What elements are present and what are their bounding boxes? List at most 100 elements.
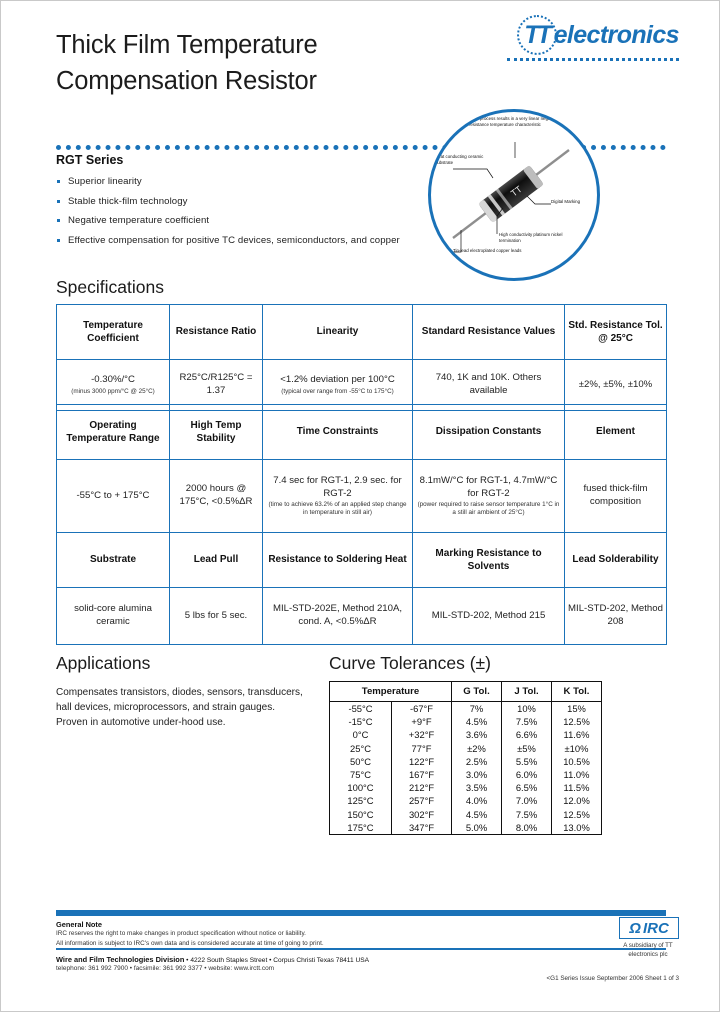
table-header-row: Operating Temperature Range High Temp St… bbox=[56, 404, 667, 460]
general-note-line-1: IRC reserves the right to make changes i… bbox=[56, 930, 306, 937]
table-cell: ±10% bbox=[551, 741, 602, 755]
footer-bar-bottom bbox=[56, 948, 666, 950]
table-cell: 7.0% bbox=[501, 794, 552, 808]
table-cell: 25°C bbox=[329, 741, 392, 755]
table-cell: 7.5% bbox=[501, 715, 552, 729]
cell-value: -0.30%/°C bbox=[91, 374, 135, 386]
table-cell: 12.5% bbox=[551, 807, 602, 821]
specifications-table-2: Operating Temperature Range High Temp St… bbox=[56, 404, 667, 533]
table-cell: -67°F bbox=[391, 701, 452, 716]
table-cell: -15°C bbox=[329, 715, 392, 729]
column-header: High Temp Stability bbox=[169, 404, 263, 460]
table-cell: fused thick-film composition bbox=[564, 459, 667, 533]
applications-text: Compensates transistors, diodes, sensors… bbox=[56, 687, 303, 728]
table-cell: 175°C bbox=[329, 820, 392, 835]
table-cell: 347°F bbox=[391, 820, 452, 835]
irc-logo: Ω IRC bbox=[619, 917, 679, 939]
column-header: Dissipation Constants bbox=[412, 404, 565, 460]
table-cell: 2.5% bbox=[451, 754, 502, 768]
table-cell: -55°C to + 175°C bbox=[56, 459, 170, 533]
table-cell: R25°C/R125°C = 1.37 bbox=[169, 359, 263, 411]
table-cell: 12.5% bbox=[551, 715, 602, 729]
cell-value: MIL-STD-202E, Method 210A, cond. A, <0.5… bbox=[272, 603, 403, 627]
table-cell: 5.5% bbox=[501, 754, 552, 768]
column-header: Substrate bbox=[56, 532, 170, 588]
table-cell: solid-core alumina ceramic bbox=[56, 587, 170, 645]
datasheet-page: Thick Film Temperature Compensation Resi… bbox=[0, 0, 720, 1012]
page-header: Thick Film Temperature Compensation Resi… bbox=[1, 1, 719, 111]
cell-value: -55°C to + 175°C bbox=[76, 489, 150, 501]
table-cell: 3.0% bbox=[451, 767, 502, 782]
table-row: 0°C +32°F 3.6% 6.6% 11.6% bbox=[329, 728, 602, 742]
table-row: 150°C 302°F 4.5% 7.5% 12.5% bbox=[329, 807, 602, 821]
table-header-row: Temperature G Tol. J Tol. K Tol. bbox=[329, 681, 602, 702]
table-cell: 3.6% bbox=[451, 728, 502, 742]
callout-nickel-termination: High conductivity platinum nickel termin… bbox=[499, 232, 563, 244]
irc-logo-text: IRC bbox=[642, 919, 669, 937]
table-cell: 6.0% bbox=[501, 767, 552, 782]
tt-brand-word: electronics bbox=[553, 20, 680, 49]
page-title: Thick Film Temperature Compensation Resi… bbox=[56, 27, 476, 99]
cell-subtext: (power required to raise sensor temperat… bbox=[417, 501, 560, 517]
table-cell: 8.0% bbox=[501, 820, 552, 835]
table-row: 100°C 212°F 3.5% 6.5% 11.5% bbox=[329, 781, 602, 795]
cell-value: 2000 hours @ 175°C, <0.5%ΔR bbox=[179, 483, 253, 507]
table-cell: 257°F bbox=[391, 794, 452, 808]
specifications-table-1: Temperature Coefficient Resistance Ratio… bbox=[56, 304, 667, 411]
cell-value: ±2%, ±5%, ±10% bbox=[578, 378, 653, 390]
division-label: Wire and Film Technologies Division bbox=[56, 955, 185, 964]
column-header: K Tol. bbox=[551, 681, 602, 702]
table-cell: 11.6% bbox=[551, 728, 602, 742]
cell-subtext: (time to achieve 63.2% of an applied ste… bbox=[268, 501, 407, 517]
table-cell: 8.1mW/°C for RGT-1, 4.7mW/°C for RGT-2 (p… bbox=[412, 459, 565, 533]
table-cell: ±5% bbox=[501, 741, 552, 755]
column-header: G Tol. bbox=[451, 681, 502, 702]
table-cell: 4.5% bbox=[451, 715, 502, 729]
table-cell: 10.5% bbox=[551, 754, 602, 768]
table-header-row: Substrate Lead Pull Resistance to Solder… bbox=[56, 532, 667, 588]
table-cell: 75°C bbox=[329, 767, 392, 782]
table-cell: 12.0% bbox=[551, 794, 602, 808]
column-header: J Tol. bbox=[501, 681, 552, 702]
table-cell: 740, 1K and 10K. Others available bbox=[412, 359, 565, 411]
table-cell: +32°F bbox=[391, 728, 452, 742]
table-cell: 212°F bbox=[391, 781, 452, 795]
table-cell: 100°C bbox=[329, 781, 392, 795]
callout-thick-film-process: Exclusive thick film process results in … bbox=[442, 116, 558, 128]
column-header: Temperature Coefficient bbox=[56, 304, 170, 360]
table-cell: 50°C bbox=[329, 754, 392, 768]
column-header: Standard Resistance Values bbox=[412, 304, 565, 360]
table-row: solid-core alumina ceramic 5 lbs for 5 s… bbox=[56, 587, 667, 645]
table-row: 50°C 122°F 2.5% 5.5% 10.5% bbox=[329, 754, 602, 768]
cell-value: 8.1mW/°C for RGT-1, 4.7mW/°C for RGT-2 bbox=[419, 474, 558, 499]
division-name: Wire and Film Technologies Division • 42… bbox=[56, 955, 369, 964]
table-cell: 7% bbox=[451, 701, 502, 716]
specifications-heading: Specifications bbox=[56, 277, 164, 297]
table-cell: -55°C bbox=[329, 701, 392, 716]
table-cell: 11.0% bbox=[551, 767, 602, 782]
table-cell: 3.5% bbox=[451, 781, 502, 795]
table-row: -0.30%/°C (minus 3000 ppm/°C @ 25°C) R25°… bbox=[56, 359, 667, 411]
table-cell: 5 lbs for 5 sec. bbox=[169, 587, 263, 645]
column-header: Element bbox=[564, 404, 667, 460]
table-cell: 5.0% bbox=[451, 820, 502, 835]
table-cell: 2000 hours @ 175°C, <0.5%ΔR bbox=[169, 459, 263, 533]
callout-digital-marking: Digital Marking bbox=[551, 199, 581, 204]
table-cell: 0°C bbox=[329, 728, 392, 742]
table-cell: -0.30%/°C (minus 3000 ppm/°C @ 25°C) bbox=[56, 359, 170, 411]
cell-subtext: (typical over range from -55°C to 175°C) bbox=[281, 387, 394, 395]
title-line-1: Thick Film Temperature bbox=[56, 31, 318, 59]
table-row: 125°C 257°F 4.0% 7.0% 12.0% bbox=[329, 794, 602, 808]
callout-ceramic-substrate: Heat conducting ceramic substrate bbox=[435, 154, 484, 166]
table-cell: 122°F bbox=[391, 754, 452, 768]
column-header: Std. Resistance Tol. @ 25°C bbox=[564, 304, 667, 360]
cell-value: <1.2% deviation per 100°C bbox=[280, 374, 395, 386]
table-cell: MIL-STD-202, Method 208 bbox=[564, 587, 667, 645]
column-header: Time Constraints bbox=[262, 404, 413, 460]
table-cell: 13.0% bbox=[551, 820, 602, 835]
table-cell: 11.5% bbox=[551, 781, 602, 795]
list-item: Stable thick-film technology bbox=[56, 196, 456, 207]
title-line-2: Compensation Resistor bbox=[56, 67, 317, 96]
cell-value: 740, 1K and 10K. Others available bbox=[435, 372, 542, 396]
callout-copper-leads: Tin-lead electroplated copper leads bbox=[453, 248, 522, 253]
